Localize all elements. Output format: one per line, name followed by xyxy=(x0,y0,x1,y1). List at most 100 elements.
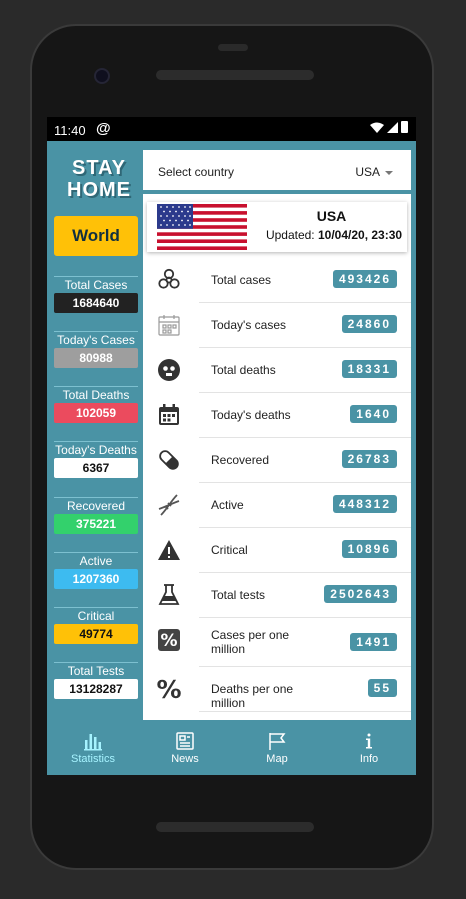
warning-icon xyxy=(157,538,181,562)
info-icon xyxy=(323,731,415,751)
selected-country[interactable]: USA xyxy=(355,165,393,179)
stat-row-recovered: Recovered 26783 xyxy=(143,438,411,483)
world-stat-label: Active xyxy=(54,552,138,568)
skull-icon xyxy=(157,358,181,382)
dna-icon xyxy=(157,493,181,517)
at-sign-icon: @ xyxy=(96,120,111,137)
world-stat-label: Total Tests xyxy=(54,662,138,678)
bar-chart-icon xyxy=(47,731,139,751)
stat-label: Total tests xyxy=(211,588,266,602)
world-stat-critical: Critical 49774 xyxy=(54,607,138,644)
stat-row-total-deaths: Total deaths 18331 xyxy=(143,348,411,393)
nav-label: News xyxy=(171,753,199,765)
status-bar: 11:40 @ xyxy=(47,117,416,141)
dropdown-caret-icon xyxy=(385,170,393,175)
stat-value-badge: 18331 xyxy=(341,360,397,378)
stat-row-today-s-cases: Today's cases 24860 xyxy=(143,303,411,348)
world-stat-label: Total Deaths xyxy=(54,386,138,402)
svg-text:%: % xyxy=(160,631,177,651)
world-stat-total-cases: Total Cases 1684640 xyxy=(54,276,138,313)
world-stats-sidebar: STAY HOME World Total Cases 1684640 Today'… xyxy=(47,141,143,719)
world-stat-label: Recovered xyxy=(54,497,138,513)
wifi-icon xyxy=(370,122,384,133)
stat-row-critical: Critical 10896 xyxy=(143,528,411,573)
signal-icon xyxy=(387,121,398,133)
world-button[interactable]: World xyxy=(54,216,138,256)
row-divider xyxy=(199,711,411,712)
front-camera xyxy=(94,68,110,84)
power-button xyxy=(434,246,438,306)
stat-value-badge: 493426 xyxy=(332,270,397,288)
nav-statistics[interactable]: Statistics xyxy=(47,721,139,775)
pill-icon xyxy=(157,448,181,472)
stay-home-logo: STAY HOME xyxy=(67,157,131,201)
stat-row-today-s-deaths: Today's deaths 1640 xyxy=(143,393,411,438)
world-stat-value: 80988 xyxy=(54,348,138,368)
world-stat-value: 13128287 xyxy=(54,679,138,699)
updated-timestamp: Updated: 10/04/20, 23:30 xyxy=(265,228,403,242)
stat-label: Total cases xyxy=(211,273,272,287)
world-stat-value: 102059 xyxy=(54,403,138,423)
bottom-speaker xyxy=(156,822,314,832)
world-stat-label: Today's Deaths xyxy=(54,441,138,457)
newspaper-icon xyxy=(139,731,231,751)
world-stat-active: Active 1207360 xyxy=(54,552,138,589)
country-stat-list: Total cases 493426 Today's cases 24860 Total… xyxy=(143,258,411,712)
stat-label: Recovered xyxy=(211,453,270,467)
stat-value-badge: 1491 xyxy=(350,633,397,651)
stat-label: Total deaths xyxy=(211,363,276,377)
bottom-navigation: Statistics News Map Info xyxy=(47,721,416,775)
country-panel: Select country USA USA Updated: 10/04/20… xyxy=(143,150,411,720)
country-card: USA Updated: 10/04/20, 23:30 xyxy=(147,202,407,252)
world-stat-value: 1684640 xyxy=(54,293,138,313)
nav-label: Info xyxy=(359,753,379,765)
world-stat-label: Today's Cases xyxy=(54,331,138,347)
select-country-label: Select country xyxy=(158,165,235,179)
flask-icon xyxy=(157,583,181,607)
stat-row-total-tests: Total tests 2502643 xyxy=(143,573,411,618)
world-stat-value: 6367 xyxy=(54,458,138,478)
volume-button xyxy=(434,376,438,466)
nav-info[interactable]: Info xyxy=(323,721,415,775)
world-stat-label: Total Cases xyxy=(54,276,138,292)
nav-label: Statistics xyxy=(70,753,115,765)
earpiece-slot xyxy=(218,44,248,51)
stat-value-badge: 10896 xyxy=(341,540,397,558)
stat-value-badge: 26783 xyxy=(341,450,397,468)
calendar-icon xyxy=(157,403,181,427)
svg-text:%: % xyxy=(157,677,181,701)
stat-label: Today's cases xyxy=(211,318,286,332)
world-stat-value: 49774 xyxy=(54,624,138,644)
stat-label: Today's deaths xyxy=(211,408,291,422)
stat-row-cases-per-one-million: % Cases per one million 1491 xyxy=(143,618,411,667)
country-select[interactable]: Select country USA xyxy=(143,150,411,194)
stat-label: Active xyxy=(211,498,244,512)
stat-label: Critical xyxy=(211,543,248,557)
stat-row-total-cases: Total cases 493426 xyxy=(143,258,411,303)
percent-box-icon: % xyxy=(157,628,181,652)
world-stat-total-deaths: Total Deaths 102059 xyxy=(54,386,138,423)
stat-row-active: Active 448312 xyxy=(143,483,411,528)
world-stat-total-tests: Total Tests 13128287 xyxy=(54,662,138,699)
usa-flag-icon xyxy=(157,204,247,250)
biohazard-icon xyxy=(157,268,181,292)
nav-label: Map xyxy=(266,753,288,765)
stat-label: Cases per one million xyxy=(211,628,290,656)
stat-value-badge: 2502643 xyxy=(324,585,397,603)
app-screen: 11:40 @ STAY HOME World Total Cases 16846… xyxy=(47,117,416,775)
status-time: 11:40 xyxy=(54,123,86,138)
world-stat-today-s-deaths: Today's Deaths 6367 xyxy=(54,441,138,478)
stat-value-badge: 1640 xyxy=(350,405,397,423)
stat-row-deaths-per-one-million: % Deaths per one million 55 xyxy=(143,667,411,712)
stat-value-badge: 55 xyxy=(367,679,397,697)
percent-icon: % xyxy=(156,675,181,704)
stat-value-badge: 24860 xyxy=(341,315,397,333)
stat-label: Deaths per one million xyxy=(211,682,294,710)
world-stat-value: 1207360 xyxy=(54,569,138,589)
country-name: USA xyxy=(316,208,347,224)
top-speaker xyxy=(156,70,314,80)
stat-value-badge: 448312 xyxy=(332,495,397,513)
nav-news[interactable]: News xyxy=(139,721,231,775)
flag-icon xyxy=(231,731,323,751)
nav-map[interactable]: Map xyxy=(231,721,323,775)
